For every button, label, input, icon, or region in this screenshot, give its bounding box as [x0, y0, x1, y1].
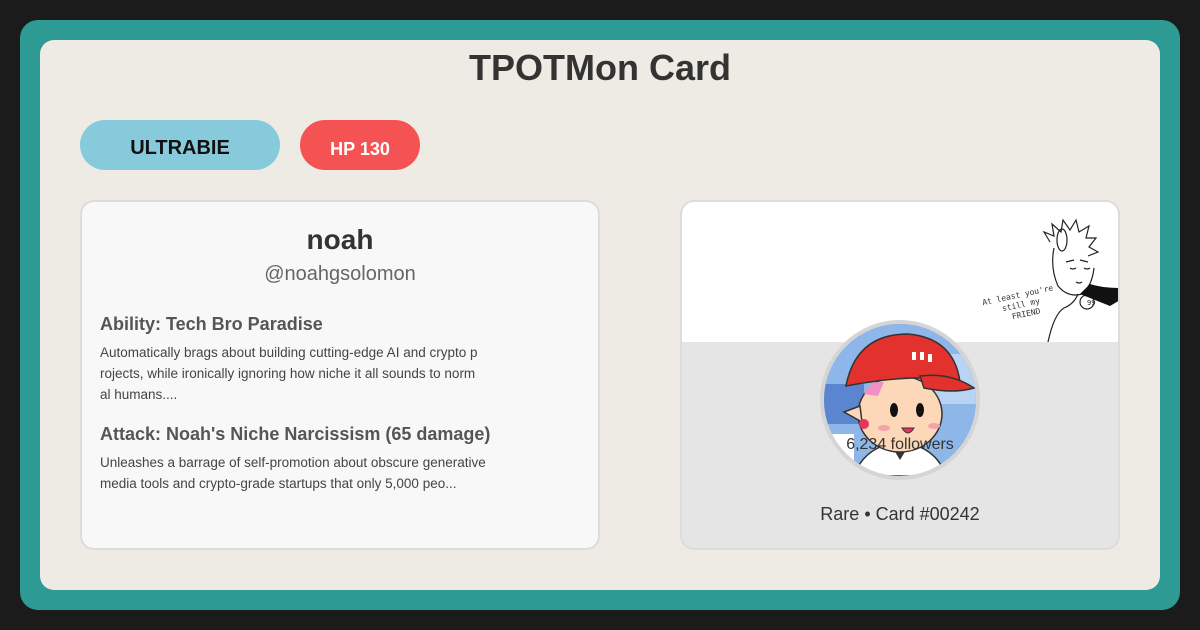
type-label: ULTRABIE: [130, 136, 230, 159]
ability-text: Automatically brags about building cutti…: [100, 345, 478, 402]
rarity-label: Rare • Card #00242: [820, 504, 980, 524]
ability-title: Ability: Tech Bro Paradise: [100, 314, 323, 334]
info-panel: noah @noahgsolomon Ability: Tech Bro Par…: [80, 200, 600, 550]
profile-handle: @noahgsolomon: [264, 263, 416, 285]
type-badge: ULTRABIE: [80, 120, 280, 170]
attack-title: Attack: Noah's Niche Narcissism (65 dama…: [100, 424, 491, 444]
avatar: [820, 320, 980, 480]
hp-label: HP 130: [330, 138, 390, 159]
profile-name: noah: [306, 224, 374, 255]
hp-badge: HP 130: [300, 120, 420, 170]
followers-count: 6,234 followers: [846, 436, 954, 453]
attack-text: Unleashes a barrage of self-promotion ab…: [100, 455, 486, 491]
image-panel: 99 At least you're still my FRIEND 6,234…: [680, 200, 1120, 550]
tpotmon-card: TPOTMon Card ULTRABIE HP 130 noah @noahg…: [40, 40, 1160, 590]
svg-text:99: 99: [1087, 299, 1095, 307]
card-title: TPOTMon Card: [469, 47, 731, 88]
